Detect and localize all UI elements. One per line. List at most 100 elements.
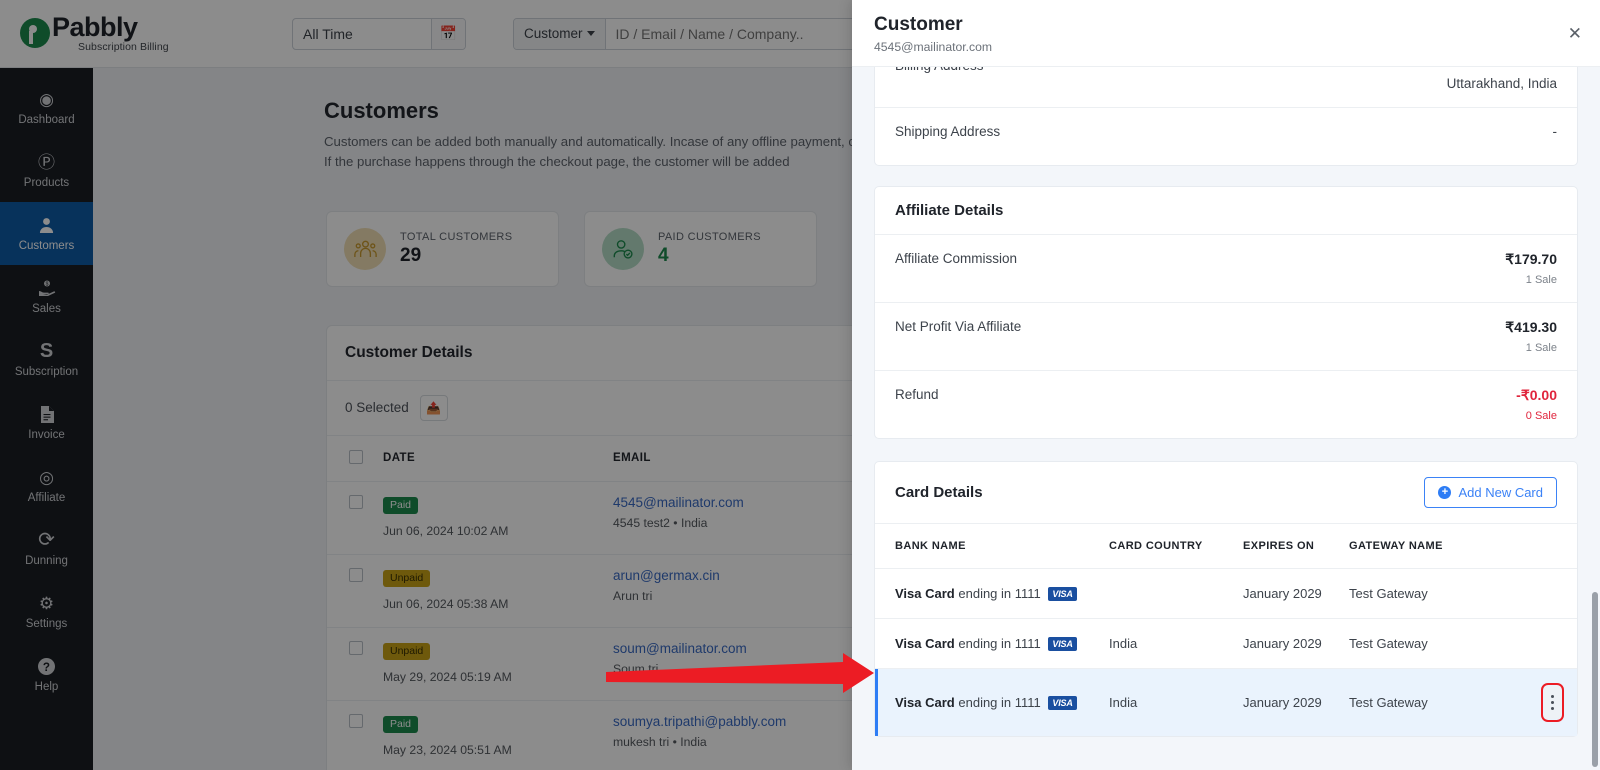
close-icon[interactable]: ✕ [1568, 25, 1582, 42]
selected-count: 0 Selected [345, 400, 409, 416]
column-header-gateway-name: GATEWAY NAME [1343, 524, 1538, 569]
billing-address-row: Billing Address Uttarakhand, India [875, 67, 1577, 108]
sidebar-item-affiliate[interactable]: ◎ Affiliate [0, 454, 93, 517]
sidebar-item-subscription[interactable]: S Subscription [0, 328, 93, 391]
card-bank-rest: ending in 1111 [958, 636, 1041, 651]
affiliate-details-panel: Affiliate Details Affiliate Commission ₹… [874, 186, 1578, 439]
select-all-checkbox[interactable] [349, 449, 363, 464]
affiliate-details-title: Affiliate Details [875, 187, 1577, 235]
kebab-menu-icon[interactable] [1541, 683, 1564, 722]
sidebar-item-sales[interactable]: $ Sales [0, 265, 93, 328]
row-value: ₹179.70 [1505, 251, 1557, 267]
date-range-filter[interactable]: All Time 📅 [292, 17, 466, 50]
sidebar-item-label: Settings [25, 618, 68, 630]
row-label: Refund [895, 387, 939, 402]
share-node-icon: ◎ [39, 467, 54, 487]
card-row[interactable]: Visa Card ending in 1111 VISA January 20… [875, 568, 1577, 619]
cards-header-row: BANK NAME CARD COUNTRY EXPIRES ON GATEWA… [875, 524, 1577, 569]
add-new-card-button[interactable]: + Add New Card [1424, 477, 1557, 508]
row-date: May 23, 2024 05:51 AM [383, 742, 512, 757]
brand-logo-area[interactable]: Pabbly Subscription Billing [20, 14, 195, 53]
date-range-value: All Time [303, 25, 353, 42]
status-badge: Paid [383, 496, 419, 514]
card-gateway: Test Gateway [1343, 568, 1538, 619]
status-badge: Paid [383, 715, 419, 733]
sidebar-item-label: Sales [32, 303, 61, 315]
sidebar-item-label: Subscription [14, 366, 79, 378]
sidebar-item-dunning[interactable]: ⟳ Dunning [0, 517, 93, 580]
address-panel: Billing Address Uttarakhand, India Shipp… [874, 67, 1578, 166]
sidebar-item-label: Affiliate [27, 492, 66, 504]
row-checkbox[interactable] [349, 494, 363, 509]
sidebar-item-help[interactable]: ? Help [0, 643, 93, 706]
sidebar-item-label: Help [34, 681, 59, 693]
row-checkbox[interactable] [349, 713, 363, 728]
stat-card-total-customers: TOTAL CUSTOMERS 29 [326, 210, 559, 287]
stat-value: 29 [400, 244, 422, 266]
sidebar-item-invoice[interactable]: Invoice [0, 391, 93, 454]
sidebar-item-label: Products [23, 177, 70, 189]
card-expires: January 2029 [1237, 568, 1343, 619]
visa-brand-icon: VISA [1048, 637, 1077, 651]
stat-label: PAID CUSTOMERS [658, 230, 761, 243]
svg-text:?: ? [43, 660, 50, 673]
sidebar-item-dashboard[interactable]: ◉ Dashboard [0, 76, 93, 139]
document-icon [40, 404, 54, 424]
gear-icon: ⚙ [38, 593, 55, 613]
drawer-body: Billing Address Uttarakhand, India Shipp… [852, 67, 1600, 770]
shipping-address-value: - [1552, 124, 1558, 139]
shipping-address-label: Shipping Address [895, 124, 1001, 139]
brand-subtitle: Subscription Billing [78, 41, 169, 54]
card-expires: January 2029 [1237, 618, 1343, 669]
drawer-subtitle: 4545@mailinator.com [874, 40, 993, 54]
row-note: 0 Sale [1525, 410, 1557, 422]
search-type-dropdown[interactable]: Customer [514, 18, 606, 49]
pabbly-logo-icon [20, 18, 50, 49]
card-country: India [1103, 618, 1237, 669]
chevron-down-icon [586, 31, 595, 36]
row-checkbox[interactable] [349, 640, 363, 655]
sidebar-item-customers[interactable]: Customers [0, 202, 93, 265]
row-label: Affiliate Commission [895, 251, 1018, 266]
cards-table: BANK NAME CARD COUNTRY EXPIRES ON GATEWA… [875, 524, 1577, 736]
question-icon: ? [38, 656, 55, 676]
drawer-title: Customer [874, 14, 963, 35]
row-date: May 29, 2024 05:19 AM [383, 669, 512, 684]
column-header-bank-name: BANK NAME [875, 524, 1103, 569]
plus-circle-icon: + [1438, 486, 1452, 499]
row-date: Jun 06, 2024 10:02 AM [383, 523, 509, 538]
refresh-icon: ⟳ [38, 529, 55, 551]
svg-text:$: $ [45, 281, 48, 287]
sidebar-item-label: Dunning [25, 555, 68, 567]
sidebar-item-label: Customers [18, 240, 75, 252]
drawer-header: Customer 4545@mailinator.com ✕ [852, 0, 1600, 67]
row-note: 1 Sale [1525, 274, 1557, 286]
status-badge: Unpaid [383, 642, 431, 660]
card-gateway: Test Gateway [1343, 668, 1538, 736]
people-group-icon [344, 227, 386, 270]
card-expires: January 2029 [1237, 668, 1343, 736]
row-value: -₹0.00 [1516, 387, 1557, 403]
product-p-icon: Ⓟ [38, 152, 55, 172]
row-note: 1 Sale [1525, 342, 1557, 354]
row-label: Net Profit Via Affiliate [895, 319, 1022, 334]
card-country [1103, 568, 1237, 619]
speedometer-icon: ◉ [39, 89, 54, 109]
sidebar-item-products[interactable]: Ⓟ Products [0, 139, 93, 202]
add-new-card-label: Add New Card [1458, 485, 1543, 500]
sidebar-item-settings[interactable]: ⚙ Settings [0, 580, 93, 643]
card-row-selected[interactable]: Visa Card ending in 1111 VISA India Janu… [875, 668, 1577, 736]
card-details-panel: Card Details + Add New Card BANK NAME CA… [874, 461, 1578, 737]
customer-detail-drawer: Customer 4545@mailinator.com ✕ Billing A… [852, 0, 1600, 770]
letter-s-icon: S [39, 340, 54, 362]
net-profit-row: Net Profit Via Affiliate ₹419.30 1 Sale [875, 303, 1577, 371]
person-icon [38, 215, 55, 235]
row-checkbox[interactable] [349, 567, 363, 582]
sidebar-nav: ◉ Dashboard Ⓟ Products Customers $ Sales [0, 68, 93, 770]
stat-card-paid-customers: PAID CUSTOMERS 4 [584, 210, 817, 287]
card-row[interactable]: Visa Card ending in 1111 VISA India Janu… [875, 618, 1577, 669]
calendar-icon[interactable]: 📅 [431, 18, 465, 49]
export-file-icon[interactable]: 📤 [419, 394, 448, 421]
card-bank-rest: ending in 1111 [958, 586, 1041, 601]
drawer-scrollbar[interactable] [1592, 592, 1598, 767]
